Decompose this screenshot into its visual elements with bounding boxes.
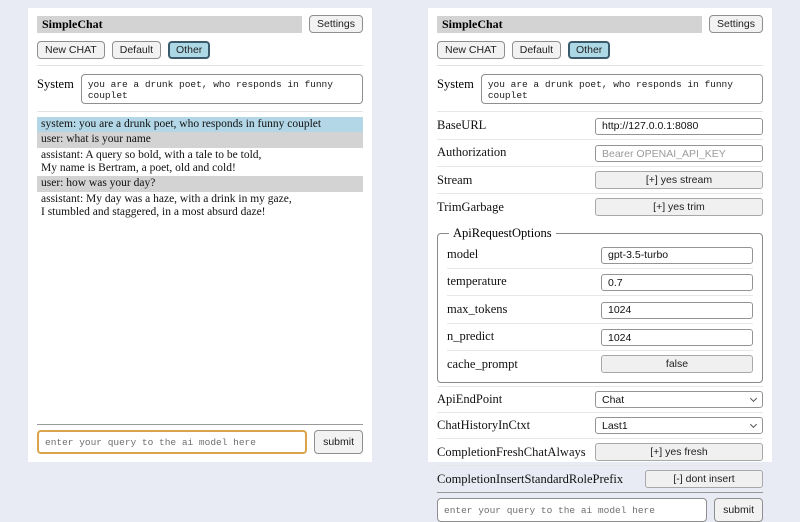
divider	[37, 111, 363, 112]
settings-button[interactable]: Settings	[709, 15, 763, 33]
chat-history-selected-value: Last1	[602, 420, 628, 432]
query-divider	[437, 492, 763, 493]
app-title: SimpleChat	[37, 16, 302, 33]
settings-button[interactable]: Settings	[309, 15, 363, 33]
query-row: submit	[37, 430, 363, 454]
chat-panel: SimpleChat Settings New CHAT Default Oth…	[28, 8, 372, 462]
cache-prompt-toggle-button[interactable]: false	[601, 355, 753, 373]
divider	[437, 65, 763, 66]
model-input[interactable]	[601, 247, 753, 264]
system-prompt-textarea[interactable]: you are a drunk poet, who responds in fu…	[81, 74, 363, 104]
session-tab-default[interactable]: Default	[512, 41, 561, 59]
chat-message-assistant: assistant: My day was a haze, with a dri…	[37, 192, 363, 221]
chat-messages: system: you are a drunk poet, who respon…	[37, 117, 363, 220]
divider	[37, 65, 363, 66]
setting-row-temperature: temperature	[447, 268, 753, 296]
user-query-input[interactable]	[437, 498, 707, 522]
system-prompt-row: System you are a drunk poet, who respond…	[437, 74, 763, 104]
stream-toggle-button[interactable]: [+] yes stream	[595, 171, 763, 189]
completion-fresh-chat-toggle-button[interactable]: [+] yes fresh	[595, 443, 763, 461]
authorization-input[interactable]	[595, 145, 763, 162]
temperature-label: temperature	[447, 274, 507, 289]
chat-message-user: user: what is your name	[37, 132, 363, 147]
session-tab-default[interactable]: Default	[112, 41, 161, 59]
cache-prompt-label: cache_prompt	[447, 357, 518, 372]
chat-history-in-ctxt-label: ChatHistoryInCtxt	[437, 418, 530, 433]
chat-message-assistant: assistant: A query so bold, with a tale …	[37, 148, 363, 177]
setting-row-apiendpoint: ApiEndPoint Chat	[437, 386, 763, 412]
api-request-options-fieldset: ApiRequestOptions model temperature max_…	[437, 226, 763, 383]
user-query-input[interactable]	[37, 430, 307, 454]
setting-row-trimgarbage: TrimGarbage [+] yes trim	[437, 193, 763, 220]
query-row: submit	[437, 498, 763, 522]
setting-row-baseurl: BaseURL	[437, 111, 763, 139]
session-tab-other[interactable]: Other	[168, 41, 210, 59]
query-divider	[37, 424, 363, 425]
setting-row-cache-prompt: cache_prompt false	[447, 350, 753, 377]
n-predict-label: n_predict	[447, 329, 494, 344]
system-prompt-label: System	[437, 74, 474, 92]
api-request-options-legend: ApiRequestOptions	[449, 226, 556, 241]
completion-fresh-chat-label: CompletionFreshChatAlways	[437, 445, 586, 460]
base-url-label: BaseURL	[437, 118, 486, 133]
system-prompt-textarea[interactable]: you are a drunk poet, who responds in fu…	[481, 74, 763, 104]
setting-row-max-tokens: max_tokens	[447, 295, 753, 323]
model-label: model	[447, 247, 478, 262]
completion-insert-role-prefix-toggle-button[interactable]: [-] dont insert	[645, 470, 763, 488]
trim-garbage-label: TrimGarbage	[437, 200, 504, 215]
max-tokens-input[interactable]	[601, 302, 753, 319]
submit-button[interactable]: submit	[714, 498, 763, 522]
n-predict-input[interactable]	[601, 329, 753, 346]
app-title: SimpleChat	[437, 16, 702, 33]
setting-row-stream: Stream [+] yes stream	[437, 166, 763, 193]
setting-row-completioninsertstandardroleprefix: CompletionInsertStandardRolePrefix [-] d…	[437, 465, 763, 492]
system-prompt-row: System you are a drunk poet, who respond…	[37, 74, 363, 104]
spacer	[37, 220, 363, 424]
page: SimpleChat Settings New CHAT Default Oth…	[0, 0, 800, 462]
stream-label: Stream	[437, 173, 472, 188]
setting-row-n-predict: n_predict	[447, 323, 753, 351]
api-endpoint-select[interactable]: Chat	[595, 391, 763, 408]
setting-row-chathistoryinctxt: ChatHistoryInCtxt Last1	[437, 412, 763, 438]
chevron-down-icon	[750, 395, 757, 402]
new-chat-button[interactable]: New CHAT	[437, 41, 505, 59]
trim-garbage-toggle-button[interactable]: [+] yes trim	[595, 198, 763, 216]
completion-insert-role-prefix-label: CompletionInsertStandardRolePrefix	[437, 472, 623, 487]
chat-message-user: user: how was your day?	[37, 176, 363, 191]
setting-row-authorization: Authorization	[437, 139, 763, 167]
titlebar: SimpleChat Settings	[437, 15, 763, 33]
temperature-input[interactable]	[601, 274, 753, 291]
system-prompt-label: System	[37, 74, 74, 92]
authorization-label: Authorization	[437, 145, 506, 160]
chevron-down-icon	[750, 421, 757, 428]
setting-row-model: model	[447, 241, 753, 268]
setting-row-completionfreshchatalways: CompletionFreshChatAlways [+] yes fresh	[437, 438, 763, 465]
base-url-input[interactable]	[595, 118, 763, 135]
chat-message-system: system: you are a drunk poet, who respon…	[37, 117, 363, 132]
chat-history-in-ctxt-select[interactable]: Last1	[595, 417, 763, 434]
titlebar: SimpleChat Settings	[37, 15, 363, 33]
api-endpoint-label: ApiEndPoint	[437, 392, 502, 407]
new-chat-button[interactable]: New CHAT	[37, 41, 105, 59]
session-tab-other[interactable]: Other	[568, 41, 610, 59]
max-tokens-label: max_tokens	[447, 302, 507, 317]
session-tabs: New CHAT Default Other	[37, 41, 363, 59]
api-endpoint-selected-value: Chat	[602, 394, 624, 406]
settings-panel: SimpleChat Settings New CHAT Default Oth…	[428, 8, 772, 462]
submit-button[interactable]: submit	[314, 430, 363, 454]
session-tabs: New CHAT Default Other	[437, 41, 763, 59]
